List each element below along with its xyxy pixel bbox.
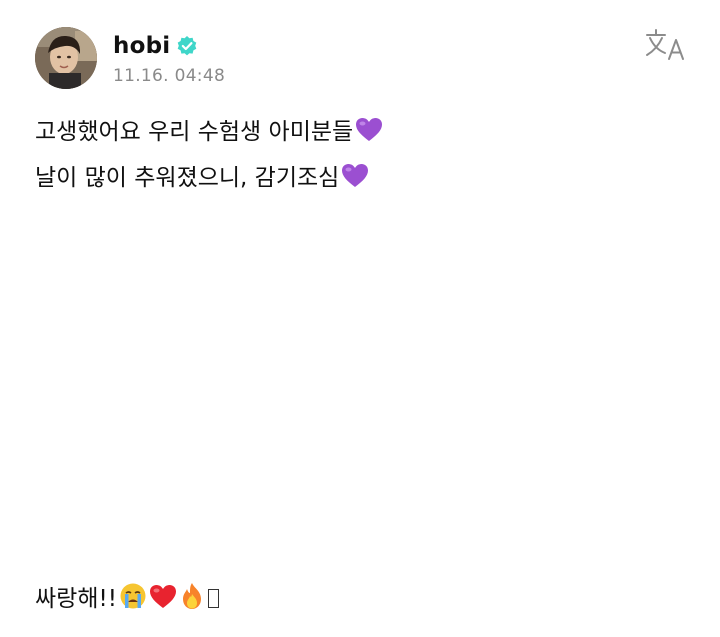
verified-badge-icon (176, 35, 198, 57)
crying-face-icon (119, 582, 147, 624)
author-meta: hobi 11.16. 04:48 (113, 30, 225, 86)
post-timestamp: 11.16. 04:48 (113, 66, 226, 86)
author-username[interactable]: hobi (113, 33, 170, 59)
translate-icon (646, 29, 684, 60)
post-line-2-text: 날이 많이 추워졌으니, 감기조심 (35, 165, 340, 191)
post-line-1: 고생했어요 우리 수험생 아미분들 (35, 111, 675, 157)
weverse-post: hobi 11.16. 04:48 고생했어요 우리 수험생 아미분들 날이 많… (0, 0, 720, 637)
post-line-1-text: 고생했어요 우리 수험생 아미분들 (35, 119, 354, 145)
author-name-row: hobi (113, 30, 225, 62)
post-footer-line: 싸랑해!! (35, 578, 219, 624)
post-footer-text: 싸랑해!! (35, 586, 117, 612)
purple-heart-icon (355, 115, 383, 157)
post-header: hobi 11.16. 04:48 (35, 26, 225, 90)
red-heart-icon (149, 582, 177, 624)
translate-button[interactable] (643, 27, 689, 63)
post-body: 고생했어요 우리 수험생 아미분들 날이 많이 추워졌으니, 감기조심 (35, 111, 675, 203)
missing-glyph-icon (207, 589, 219, 608)
purple-heart-icon (341, 161, 369, 203)
fire-icon (179, 582, 205, 624)
post-line-2: 날이 많이 추워졌으니, 감기조심 (35, 157, 675, 203)
author-avatar[interactable] (35, 27, 97, 89)
